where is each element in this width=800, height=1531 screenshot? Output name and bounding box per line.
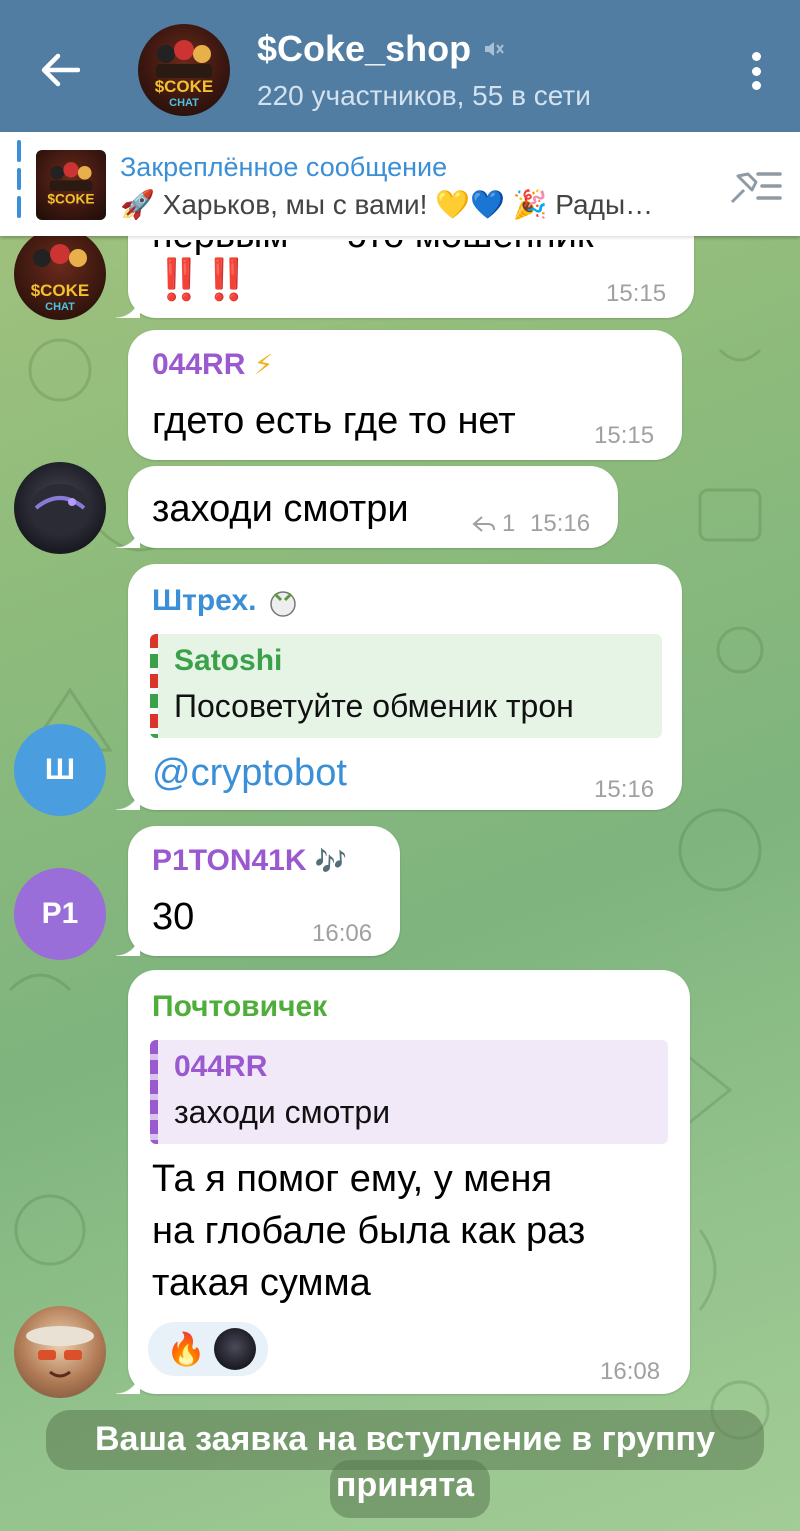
message-bubble[interactable]: P1TON41K 🎶 30 16:06: [116, 826, 400, 956]
pin-list-icon: [730, 172, 782, 204]
dot-icon: [751, 66, 761, 76]
message-text: заходи смотри: [152, 488, 409, 530]
message-bubble[interactable]: 044RR ⚡ гдето есть где то нет 15:15: [128, 330, 682, 460]
more-menu-button[interactable]: [736, 46, 776, 96]
replies-count: 1: [502, 510, 516, 537]
reply-bar: [150, 1040, 158, 1144]
replies-indicator[interactable]: 1: [472, 510, 515, 538]
sender-name[interactable]: Почтовичек: [152, 990, 327, 1024]
reply-quote[interactable]: Satoshi Посоветуйте обменик трон: [150, 634, 662, 738]
dot-icon: [751, 81, 761, 90]
person-photo-icon: [26, 1326, 94, 1378]
avatar[interactable]: $COKE CHAT: [14, 228, 106, 320]
chat-title[interactable]: $Coke_shop: [257, 28, 505, 70]
reply-bar: [150, 634, 158, 738]
back-button[interactable]: [30, 40, 90, 100]
message-text: 30: [152, 896, 195, 938]
music-notes-icon: 🎶: [314, 846, 348, 876]
message-text-line-1: Та я помог ему, у меня: [152, 1158, 553, 1200]
sender-name[interactable]: 044RR ⚡: [152, 348, 273, 382]
service-line-1: Ваша заявка на вступление в группу: [94, 1420, 715, 1458]
reply-text: Посоветуйте обменик трон: [174, 688, 574, 724]
reply-text: заходи смотри: [174, 1094, 391, 1130]
pinned-indicator: [17, 140, 21, 218]
reply-quote[interactable]: 044RR заходи смотри: [150, 1040, 668, 1144]
chat-subtitle: 220 участников, 55 в сети: [257, 80, 591, 111]
avatar[interactable]: [14, 1306, 106, 1398]
sender-name[interactable]: Штрех.: [152, 584, 301, 620]
message-text-line-3: такая сумма: [152, 1262, 371, 1304]
svg-text:$COKE: $COKE: [155, 77, 214, 96]
sender-name-text: 044RR: [152, 348, 246, 381]
service-message-text: Ваша заявка на вступление в группу приня…: [46, 1416, 764, 1508]
avatar-letter: P1: [41, 897, 79, 930]
pinned-text: 🚀 Харьков, мы с вами! 💛💙 🎉 Рады…: [120, 189, 654, 220]
service-line-2: принята: [335, 1466, 475, 1504]
message-time: 16:06: [312, 920, 373, 947]
pinned-list-button[interactable]: [728, 162, 784, 208]
avatar-letter: Ш: [44, 753, 76, 786]
sender-name[interactable]: P1TON41K 🎶: [152, 844, 347, 878]
svg-text:$COKE: $COKE: [31, 281, 90, 300]
coke-logo-icon: $COKE CHAT: [31, 244, 90, 313]
message-time: 15:16: [594, 776, 655, 803]
chat-title-text: $Coke_shop: [257, 28, 472, 69]
reactor-avatar: [213, 1328, 256, 1370]
pinned-title: Закреплённое сообщение: [120, 152, 448, 182]
sender-name-text: P1TON41K: [152, 844, 307, 877]
dot-icon: [751, 52, 761, 61]
avatar[interactable]: P1: [14, 868, 106, 960]
message-time: 15:15: [606, 280, 667, 307]
reply-sender: 044RR: [174, 1050, 268, 1083]
reaction-chip[interactable]: 🔥: [148, 1322, 268, 1376]
avatar[interactable]: Ш: [14, 724, 106, 816]
message-time: 16:08: [600, 1358, 661, 1385]
svg-text:$COKE: $COKE: [47, 191, 94, 206]
fire-reaction-icon: 🔥: [166, 1331, 206, 1367]
sticker-icon: [270, 591, 296, 617]
double-exclamation-marks: ‼️‼️: [154, 258, 252, 302]
message-time: 15:16: [530, 510, 591, 537]
pinned-thumbnail: $COKE: [36, 150, 106, 220]
reply-arrow-icon: [472, 516, 495, 532]
svg-text:CHAT: CHAT: [169, 97, 199, 109]
reply-sender: Satoshi: [174, 644, 283, 677]
avatar[interactable]: [14, 462, 106, 554]
svg-text:CHAT: CHAT: [45, 301, 75, 313]
chat-header: $COKE CHAT $Coke_shop 220 участников, 55…: [0, 0, 800, 132]
message-text: гдето есть где то нет: [152, 400, 516, 442]
coke-logo-icon: $COKE: [47, 162, 95, 206]
message-bubble[interactable]: заходи смотри 1 15:16: [116, 466, 618, 548]
coke-logo-icon: $COKE CHAT: [155, 40, 214, 109]
lightning-icon: ⚡: [253, 349, 274, 380]
muted-icon: [485, 42, 504, 56]
sender-name-text: Штрех.: [152, 584, 257, 617]
message-bubble[interactable]: Почтовичек 044RR заходи смотри Та я помо…: [116, 970, 690, 1394]
arrow-left-icon: [41, 53, 80, 87]
message-text-line-2: на глобале была как раз: [152, 1210, 586, 1252]
message-bubble[interactable]: Штрех. Satoshi Посоветуйте обменик трон …: [116, 564, 682, 810]
chat-avatar[interactable]: $COKE CHAT: [138, 24, 230, 116]
mention-link[interactable]: @cryptobot: [152, 748, 347, 798]
message-time: 15:15: [594, 422, 655, 449]
robot-helmet-icon: [30, 484, 90, 536]
